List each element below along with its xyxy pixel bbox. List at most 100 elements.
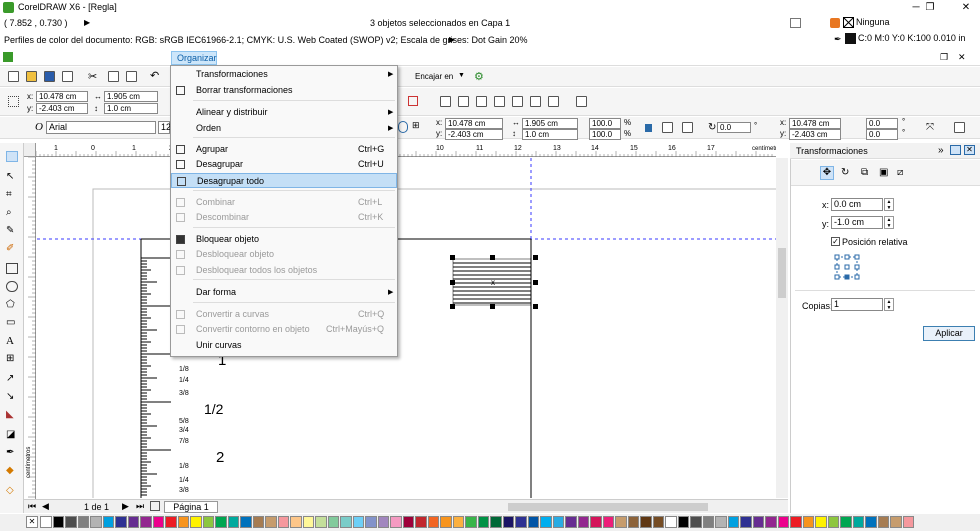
menu-item-agrupar[interactable]: Agrupar Ctrl+G [171, 142, 397, 157]
open-icon[interactable] [26, 71, 37, 82]
weld-icon[interactable] [440, 96, 451, 107]
ellipse-tool-icon[interactable] [6, 281, 18, 292]
skew-y-field[interactable]: 0.0 [866, 129, 898, 140]
palette-swatch[interactable] [302, 516, 314, 528]
pos-y3-field[interactable]: -2.403 cm [789, 129, 841, 140]
menu-item-transformaciones[interactable]: Transformaciones ▶ [171, 67, 397, 82]
size-mode-icon[interactable]: ▣ [879, 167, 888, 178]
palette-swatch[interactable] [202, 516, 214, 528]
ruler-origin[interactable] [24, 143, 36, 157]
add-page-icon[interactable] [150, 501, 160, 511]
zoom-tool-icon[interactable]: ⌕ [6, 207, 18, 218]
palette-swatch[interactable] [602, 516, 614, 528]
palette-swatch[interactable] [127, 516, 139, 528]
back-minus-front-icon[interactable] [530, 96, 541, 107]
horizontal-ruler[interactable]: 10121011121314151617centímetros [35, 143, 783, 157]
palette-swatch[interactable] [365, 516, 377, 528]
palette-swatch[interactable] [552, 516, 564, 528]
palette-swatch[interactable] [827, 516, 839, 528]
trim-icon[interactable] [458, 96, 469, 107]
palette-swatch[interactable] [815, 516, 827, 528]
height2-field[interactable]: 1.0 cm [522, 129, 578, 140]
width2-field[interactable]: 1.905 cm [522, 118, 578, 129]
freehand-tool-icon[interactable]: ✎ [6, 225, 18, 236]
skew-x-field[interactable]: 0.0 [866, 118, 898, 129]
snap-dropdown-icon[interactable]: ▼ [458, 72, 465, 79]
palette-swatch[interactable] [627, 516, 639, 528]
palette-swatch[interactable] [65, 516, 77, 528]
menu-item-desbloquear-objeto[interactable]: Desbloquear objeto [171, 247, 397, 262]
snap-to-label[interactable]: Encajar en [415, 72, 453, 81]
palette-swatch[interactable] [390, 516, 402, 528]
shape-tool-icon[interactable]: ↖ [6, 171, 18, 182]
last-page-icon[interactable]: ⏭ [136, 501, 144, 512]
cut-icon[interactable]: ✂ [88, 70, 97, 83]
palette-swatch[interactable] [740, 516, 752, 528]
menu-organizar[interactable]: Organizar [171, 51, 217, 65]
polygon-tool-icon[interactable]: ⬠ [6, 299, 18, 310]
palette-swatch[interactable] [902, 516, 914, 528]
palette-swatch[interactable] [265, 516, 277, 528]
palette-swatch[interactable] [440, 516, 452, 528]
intersect-icon[interactable] [476, 96, 487, 107]
menu-item-convertir-a-curvas[interactable]: Convertir a curvas Ctrl+Q [171, 307, 397, 322]
horizontal-scroll-thumb[interactable] [508, 503, 708, 511]
palette-swatch[interactable] [527, 516, 539, 528]
align-icon[interactable] [576, 96, 587, 107]
pick-tool-icon[interactable] [6, 151, 18, 162]
palette-swatch[interactable] [290, 516, 302, 528]
eyedropper-tool-icon[interactable]: ✒ [6, 447, 18, 458]
palette-swatch[interactable] [477, 516, 489, 528]
wrap-icon[interactable] [954, 122, 965, 133]
palette-swatch[interactable] [377, 516, 389, 528]
palette-swatch[interactable] [252, 516, 264, 528]
palette-swatch[interactable] [102, 516, 114, 528]
mirror-h-icon[interactable] [662, 122, 673, 133]
palette-swatch[interactable] [502, 516, 514, 528]
lock-ratio-icon[interactable] [398, 121, 408, 133]
menu-item-bloquear-objeto[interactable]: Bloquear objeto [171, 232, 397, 247]
width-field[interactable]: 1.905 cm [104, 91, 158, 102]
palette-swatch[interactable] [702, 516, 714, 528]
palette-swatch[interactable] [352, 516, 364, 528]
palette-swatch[interactable] [865, 516, 877, 528]
palette-swatch[interactable] [777, 516, 789, 528]
restore-button[interactable]: ❐ [916, 0, 944, 16]
palette-swatch[interactable] [852, 516, 864, 528]
mirror-v-icon[interactable] [682, 122, 693, 133]
paste-icon[interactable] [126, 71, 137, 82]
rotate-mode-icon[interactable]: ↻ [841, 167, 849, 178]
font-size-field[interactable]: 12 [158, 121, 171, 134]
connector-tool-icon[interactable]: ↘ [6, 391, 18, 402]
position-mode-icon[interactable]: ✥ [820, 166, 834, 180]
prev-page-icon[interactable]: ◀ [42, 501, 49, 512]
docker-minimize-icon[interactable] [950, 145, 961, 155]
crop-tool-icon[interactable]: ⌗ [6, 189, 18, 200]
fill-tool-icon[interactable]: ◆ [6, 465, 18, 476]
palette-swatch[interactable] [727, 516, 739, 528]
docker-x-spinner[interactable]: ▲ ▼ [884, 198, 894, 211]
palette-swatch[interactable] [327, 516, 339, 528]
palette-swatch[interactable] [540, 516, 552, 528]
no-color-swatch[interactable]: ✕ [26, 516, 38, 528]
palette-swatch[interactable] [890, 516, 902, 528]
interactive-tool-icon[interactable]: ◣ [6, 409, 18, 420]
palette-swatch[interactable] [565, 516, 577, 528]
outline-tool-icon[interactable]: ◇ [6, 485, 18, 496]
palette-swatch[interactable] [190, 516, 202, 528]
palette-swatch[interactable] [402, 516, 414, 528]
scale-y-field[interactable]: 100.0 [589, 129, 621, 140]
palette-swatch[interactable] [52, 516, 64, 528]
vertical-scroll-thumb[interactable] [778, 248, 786, 298]
palette-swatch[interactable] [177, 516, 189, 528]
docker-y-field[interactable]: -1.0 cm [831, 216, 883, 229]
palette-swatch[interactable] [452, 516, 464, 528]
next-page-icon[interactable]: ▶ [122, 501, 129, 512]
palette-swatch[interactable] [77, 516, 89, 528]
palette-swatch[interactable] [152, 516, 164, 528]
palette-swatch[interactable] [515, 516, 527, 528]
copies-field[interactable]: 1 [831, 298, 883, 311]
palette-swatch[interactable] [652, 516, 664, 528]
palette-swatch[interactable] [465, 516, 477, 528]
text-tool-icon[interactable]: A [6, 335, 18, 347]
